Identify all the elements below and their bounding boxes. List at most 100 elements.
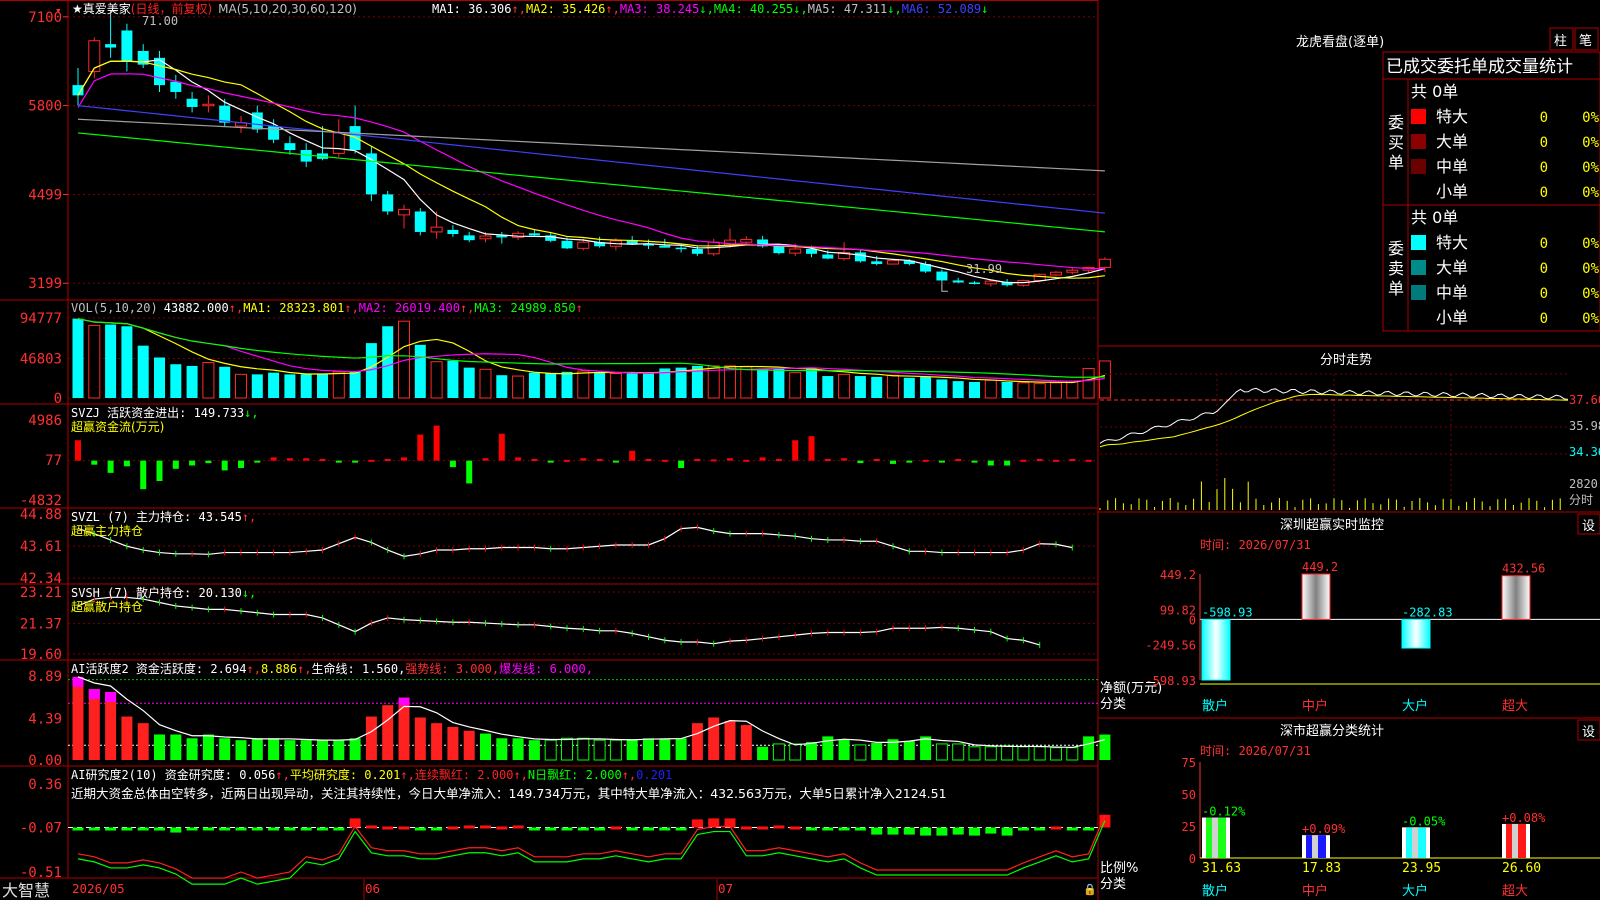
svzj-bar-in: [759, 457, 766, 461]
right-panel: 龙虎看盘(逐单) 柱 笔 已成交委托单成交量统计 委买单 委卖单 共 0单 共 …: [1098, 27, 1600, 899]
ma120-line: [77, 118, 1105, 172]
vol-bar-down: [105, 324, 117, 398]
ai1-bar: [447, 726, 459, 760]
ai2-bar: [1034, 827, 1046, 831]
ai1-bar: [72, 676, 84, 760]
lhb-row-count: 0: [1540, 110, 1548, 126]
svzl-sub: 超赢主力持仓: [71, 523, 143, 538]
candle-down: [952, 280, 964, 283]
ai2-bar: [365, 825, 377, 829]
ai1-bar: [480, 733, 491, 760]
candle-up: [577, 241, 590, 249]
ai2-bar: [105, 827, 117, 831]
lhb-row-pct: 0%: [1582, 311, 1599, 327]
svzj-bar-in: [482, 458, 489, 461]
lhb-row-count: 0: [1540, 261, 1548, 277]
svzj-bar-in: [955, 458, 962, 461]
ai2-bar: [333, 827, 345, 831]
ai2-bar: [154, 827, 165, 831]
ai2-bar: [121, 827, 133, 831]
ai2-bar: [920, 827, 932, 836]
ai1-bar: [170, 734, 182, 760]
lhb-color-swatch: [1411, 285, 1426, 300]
monitor-bar: [1401, 618, 1431, 649]
candle-down: [186, 98, 198, 107]
ai2-bar: [854, 827, 866, 831]
svzj-bar-in: [743, 459, 750, 462]
ai2-bar: [789, 826, 801, 830]
vol-bar-up: [984, 379, 997, 399]
monitor-bar-value: 449.2: [1302, 560, 1338, 574]
ai2-bar: [659, 827, 671, 831]
date-label-may: 2026/05: [72, 881, 125, 896]
ai2-bar: [838, 827, 850, 831]
ma5-line: [77, 59, 1106, 284]
ai1-bar: [757, 746, 769, 760]
lhb-row-count: 0: [1540, 160, 1548, 176]
menu-arrow-icon[interactable]: ▾: [55, 4, 62, 17]
lhb-row-name: 小单: [1436, 308, 1468, 327]
stats-change: -0.05%: [1402, 814, 1446, 828]
svzj-bar-in: [922, 459, 929, 462]
svzj-bar-in: [808, 436, 815, 461]
lhb-row-pct: 0%: [1582, 110, 1599, 126]
ai1-bar: [708, 717, 720, 760]
ai1-bar: [1099, 734, 1111, 760]
ai1-bar-hollow: [968, 746, 981, 761]
svzj-bar-out: [352, 460, 359, 463]
candle-up: [398, 208, 410, 216]
vol-bar-down: [251, 374, 263, 398]
svzj-bar-in: [270, 457, 277, 461]
svzj-bar-out: [466, 460, 473, 484]
ai1-burst-cap: [88, 689, 100, 700]
ai2-bar: [235, 827, 247, 831]
ma10-line: [77, 60, 1105, 279]
ma20-line: [77, 73, 1105, 270]
lock-icon[interactable]: 🔒: [1083, 883, 1097, 896]
ai2-bar: [773, 825, 785, 829]
stats-bar-shine: [1512, 823, 1518, 858]
ai2-bar: [398, 826, 410, 830]
ai2-bar: [186, 827, 198, 831]
ai2-bar: [528, 827, 540, 831]
vol-bar-down: [871, 376, 883, 398]
svzl-header: SVZL (7) 主力持仓: 43.545↑,: [71, 509, 256, 524]
ai1-bar: [251, 738, 263, 760]
vol-bar-up: [1050, 382, 1062, 399]
vol-bar-up: [1033, 383, 1046, 399]
ai1-bar: [431, 723, 443, 760]
vol-bar-up: [740, 366, 753, 399]
vol-bar-down: [806, 367, 817, 398]
ai2-bar: [952, 827, 964, 835]
stats-bar-shine: [1312, 835, 1318, 858]
vol-bar-up: [88, 324, 101, 399]
ai2-bar: [985, 827, 997, 834]
vol-bar-down: [268, 372, 280, 398]
vol-bar-down: [903, 377, 915, 398]
ai2-header: AI研究度2(10) 资金研究度: 0.056↑,平均研究度: 0.201↑,连…: [71, 767, 672, 782]
ai2-bar: [969, 827, 980, 836]
svzj-bar-out: [172, 460, 179, 469]
lhb-row-name: 大单: [1436, 258, 1468, 277]
lhb-color-swatch: [1411, 109, 1426, 124]
candle-down: [561, 240, 573, 249]
ai2-bar: [251, 827, 263, 831]
svzj-bar-in: [564, 459, 570, 462]
ai1-bar-hollow: [577, 737, 590, 761]
ai1-bar-hollow: [1066, 747, 1079, 761]
svzj-bar-out: [971, 460, 978, 463]
svzj-bar-out: [1004, 460, 1011, 466]
svzj-bar-in: [1053, 459, 1059, 462]
trading-terminal-canvas: 710058004499319994777468030498677-483244…: [0, 0, 1600, 900]
ai2-bar: [822, 827, 834, 831]
candle-down: [822, 254, 834, 259]
ai1-avg-line: [77, 676, 1106, 749]
vol-bar-down: [822, 376, 834, 398]
lhb-row-pct: 0%: [1582, 160, 1599, 176]
svzj-bar-in: [384, 458, 391, 461]
ai2-bar: [202, 827, 214, 831]
intraday-axis-label: 分时: [1569, 493, 1593, 507]
date-label-jun: 06: [365, 881, 380, 896]
svsh-tick-label: 21.37: [20, 617, 62, 633]
candle-up: [1050, 271, 1062, 276]
